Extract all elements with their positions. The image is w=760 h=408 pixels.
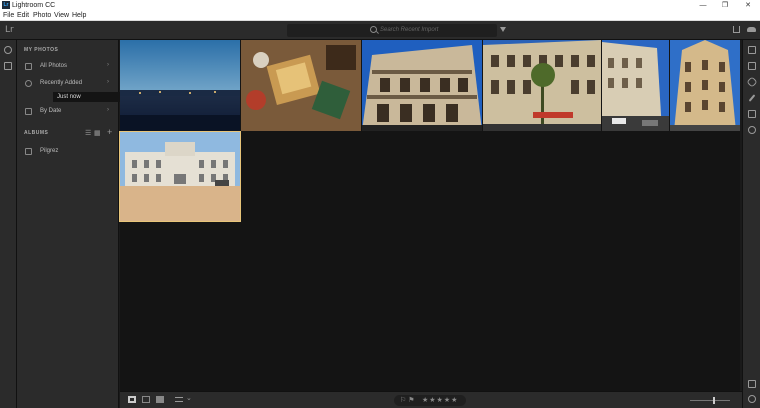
tag-icon[interactable] — [748, 380, 756, 388]
lightroom-logo-icon: Lr — [2, 1, 10, 9]
photo-art-supplies-image — [241, 40, 361, 131]
minimize-button[interactable]: — — [692, 0, 714, 11]
sidebar-item-label: All Photos — [40, 63, 68, 69]
radial-gradient-icon[interactable] — [748, 126, 756, 134]
photo-thumbnail[interactable] — [362, 40, 482, 131]
sidebar-subitem-label: Just now — [57, 94, 81, 100]
all-photos-icon — [25, 63, 32, 70]
brush-icon[interactable] — [748, 94, 756, 102]
albums-header: ALBUMS — [24, 130, 49, 136]
cloud-sync-icon[interactable] — [747, 27, 756, 32]
photo-plaza-building-image — [483, 40, 601, 131]
search-icon — [370, 26, 377, 33]
menu-view[interactable]: View — [54, 12, 69, 20]
chevron-down-icon: › — [107, 79, 109, 85]
edit-sliders-icon[interactable] — [748, 46, 756, 54]
add-album-button[interactable]: + — [107, 127, 112, 137]
window-titlebar: Lr Lightroom CC — ❐ ✕ — [0, 0, 760, 11]
menu-help[interactable]: Help — [72, 12, 86, 20]
chevron-down-icon[interactable]: ⌄ — [186, 394, 192, 402]
photo-harbor-night-image — [120, 40, 240, 131]
album-icon — [25, 148, 32, 155]
close-button[interactable]: ✕ — [737, 0, 759, 11]
thumbnail-size-slider[interactable] — [690, 400, 730, 401]
photo-thumbnail[interactable] — [241, 40, 361, 131]
healing-icon[interactable] — [746, 76, 758, 88]
left-rail — [0, 40, 17, 408]
photo-thumbnail-selected[interactable] — [119, 131, 241, 222]
search-bar[interactable]: Search Recent Import — [287, 24, 497, 37]
info-icon[interactable] — [748, 395, 756, 403]
chevron-right-icon: › — [107, 107, 109, 113]
library-icon[interactable] — [4, 62, 12, 70]
photo-grid-icon[interactable] — [142, 396, 150, 403]
album-label: Pilgrez — [40, 148, 59, 154]
photo-palace-image — [120, 132, 240, 221]
grid-view-icon[interactable]: ▦ — [94, 129, 101, 137]
photo-thumbnail[interactable] — [670, 40, 740, 131]
crop-icon[interactable] — [748, 62, 756, 70]
sidebar-item-recently-added[interactable]: Recently Added › — [21, 77, 115, 90]
maximize-button[interactable]: ❐ — [714, 0, 736, 11]
clock-icon — [25, 80, 32, 87]
sidebar-item-all-photos[interactable]: All Photos › — [21, 60, 115, 73]
flag-icons[interactable]: ⚐ ⚑ — [400, 395, 415, 406]
sidebar-item-label: Recently Added — [40, 80, 83, 86]
detail-icon[interactable] — [156, 396, 164, 403]
sidebar-panel: MY PHOTOS All Photos › Recently Added › … — [17, 40, 129, 408]
sidebar-item-label: By Date — [40, 108, 62, 114]
album-item[interactable]: Pilgrez — [21, 145, 115, 158]
right-rail — [742, 40, 760, 408]
photo-grid — [119, 40, 740, 391]
photo-corner-tower-image — [670, 40, 740, 131]
share-icon[interactable] — [733, 26, 740, 33]
slider-handle[interactable] — [713, 397, 715, 404]
menu-photo[interactable]: Photo — [33, 12, 51, 20]
photo-colonial-building-image — [362, 40, 482, 131]
filter-icon[interactable] — [500, 27, 506, 32]
star-rating[interactable]: ★★★★★ — [422, 395, 458, 406]
my-photos-header: MY PHOTOS — [24, 47, 59, 53]
top-toolbar: Lr Search Recent Import — [0, 21, 760, 40]
menu-file[interactable]: File — [3, 12, 14, 20]
menu-bar: File Edit Photo View Help — [0, 11, 760, 21]
sort-icon[interactable] — [175, 397, 183, 402]
flag-rating-control[interactable]: ⚐ ⚑ ★★★★★ — [394, 395, 466, 406]
sidebar-item-by-date[interactable]: By Date › — [21, 105, 115, 118]
list-view-icon[interactable]: ☰ — [85, 129, 91, 137]
window-title: Lightroom CC — [12, 2, 56, 9]
lr-brand-icon[interactable]: Lr — [5, 25, 14, 35]
sidebar-subitem-just-now[interactable]: Just now › — [53, 92, 129, 102]
photo-street-corner-image — [602, 40, 669, 131]
photo-thumbnail[interactable] — [483, 40, 601, 131]
square-grid-icon[interactable] — [128, 396, 136, 403]
linear-gradient-icon[interactable] — [748, 110, 756, 118]
search-placeholder: Search Recent Import — [380, 27, 439, 33]
photo-thumbnail[interactable] — [120, 40, 240, 131]
bottom-toolbar: ⌄ ⚐ ⚑ ★★★★★ — [120, 391, 742, 408]
photo-thumbnail[interactable] — [602, 40, 669, 131]
menu-edit[interactable]: Edit — [17, 12, 29, 20]
calendar-icon — [25, 108, 32, 115]
sync-icon[interactable] — [4, 46, 12, 54]
chevron-right-icon: › — [107, 62, 109, 68]
